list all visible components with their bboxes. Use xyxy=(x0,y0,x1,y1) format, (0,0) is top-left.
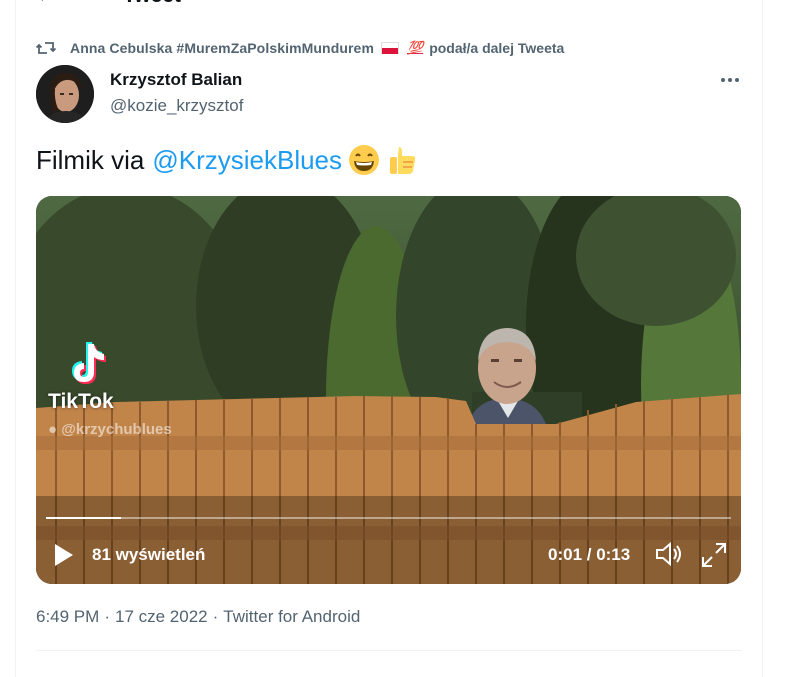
retweeter-name[interactable]: Anna Cebulska #MuremZaPolskimMundurem xyxy=(70,40,374,56)
meta-separator: · xyxy=(212,607,219,626)
user-icon: ● xyxy=(48,421,58,438)
play-icon[interactable] xyxy=(52,542,76,568)
video-view-count: 81 wyświetleń xyxy=(92,545,206,564)
poland-flag-emoji xyxy=(381,42,399,54)
tiktok-logo-icon xyxy=(72,342,106,384)
page-header: Tweet xyxy=(15,0,762,8)
tweet-metadata: 6:49 PM · 17 cze 2022 · Twitter for Andr… xyxy=(36,607,360,627)
meta-separator: · xyxy=(104,607,110,626)
video-progress-fill xyxy=(46,517,122,519)
tweet-text-prefix: Filmik via xyxy=(36,144,145,175)
video-frame xyxy=(36,196,741,584)
video-time: 0:01 / 0:13 xyxy=(548,545,631,564)
tiktok-watermark-user: ● @krzychublues xyxy=(48,421,172,438)
video-progress-bar[interactable] xyxy=(46,517,731,519)
tiktok-watermark-label: TikTok xyxy=(48,390,114,413)
more-horizontal-icon[interactable] xyxy=(716,68,744,92)
video-player[interactable]: TikTok ● @krzychublues 81 wyświetleń 0:0… xyxy=(36,196,741,584)
retweet-suffix: podał/a dalej Tweeta xyxy=(429,40,565,56)
author-name[interactable]: Krzysztof Balian xyxy=(110,70,242,90)
author-handle[interactable]: @kozie_krzysztof xyxy=(110,96,243,116)
tweet-source: Twitter for Android xyxy=(223,607,361,626)
tweet-time[interactable]: 6:49 PM xyxy=(36,607,99,627)
tweet-text: Filmik via @KrzysiekBlues xyxy=(36,144,418,176)
volume-icon[interactable] xyxy=(654,541,684,567)
fullscreen-icon[interactable] xyxy=(701,542,727,568)
tweet-date[interactable]: 17 cze 2022 xyxy=(115,607,208,627)
divider xyxy=(36,650,742,651)
grinning-face-emoji xyxy=(349,145,380,175)
arrow-left-icon[interactable] xyxy=(35,0,55,6)
avatar[interactable] xyxy=(36,65,94,123)
hundred-points-emoji: 💯 xyxy=(407,40,424,55)
tiktok-watermark-handle: @krzychublues xyxy=(61,421,172,438)
thumbs-up-emoji xyxy=(390,147,416,174)
avatar-photo xyxy=(36,65,94,123)
more-dot xyxy=(735,78,739,82)
page-title: Tweet xyxy=(123,0,181,8)
more-dot xyxy=(728,78,732,82)
column-border-right xyxy=(762,0,763,677)
retweet-icon xyxy=(36,42,56,54)
more-dot xyxy=(721,78,725,82)
mention-link[interactable]: @KrzysiekBlues xyxy=(152,145,342,176)
retweet-context: Anna Cebulska #MuremZaPolskimMundurem 💯 … xyxy=(36,38,564,58)
column-border-left xyxy=(15,0,16,677)
